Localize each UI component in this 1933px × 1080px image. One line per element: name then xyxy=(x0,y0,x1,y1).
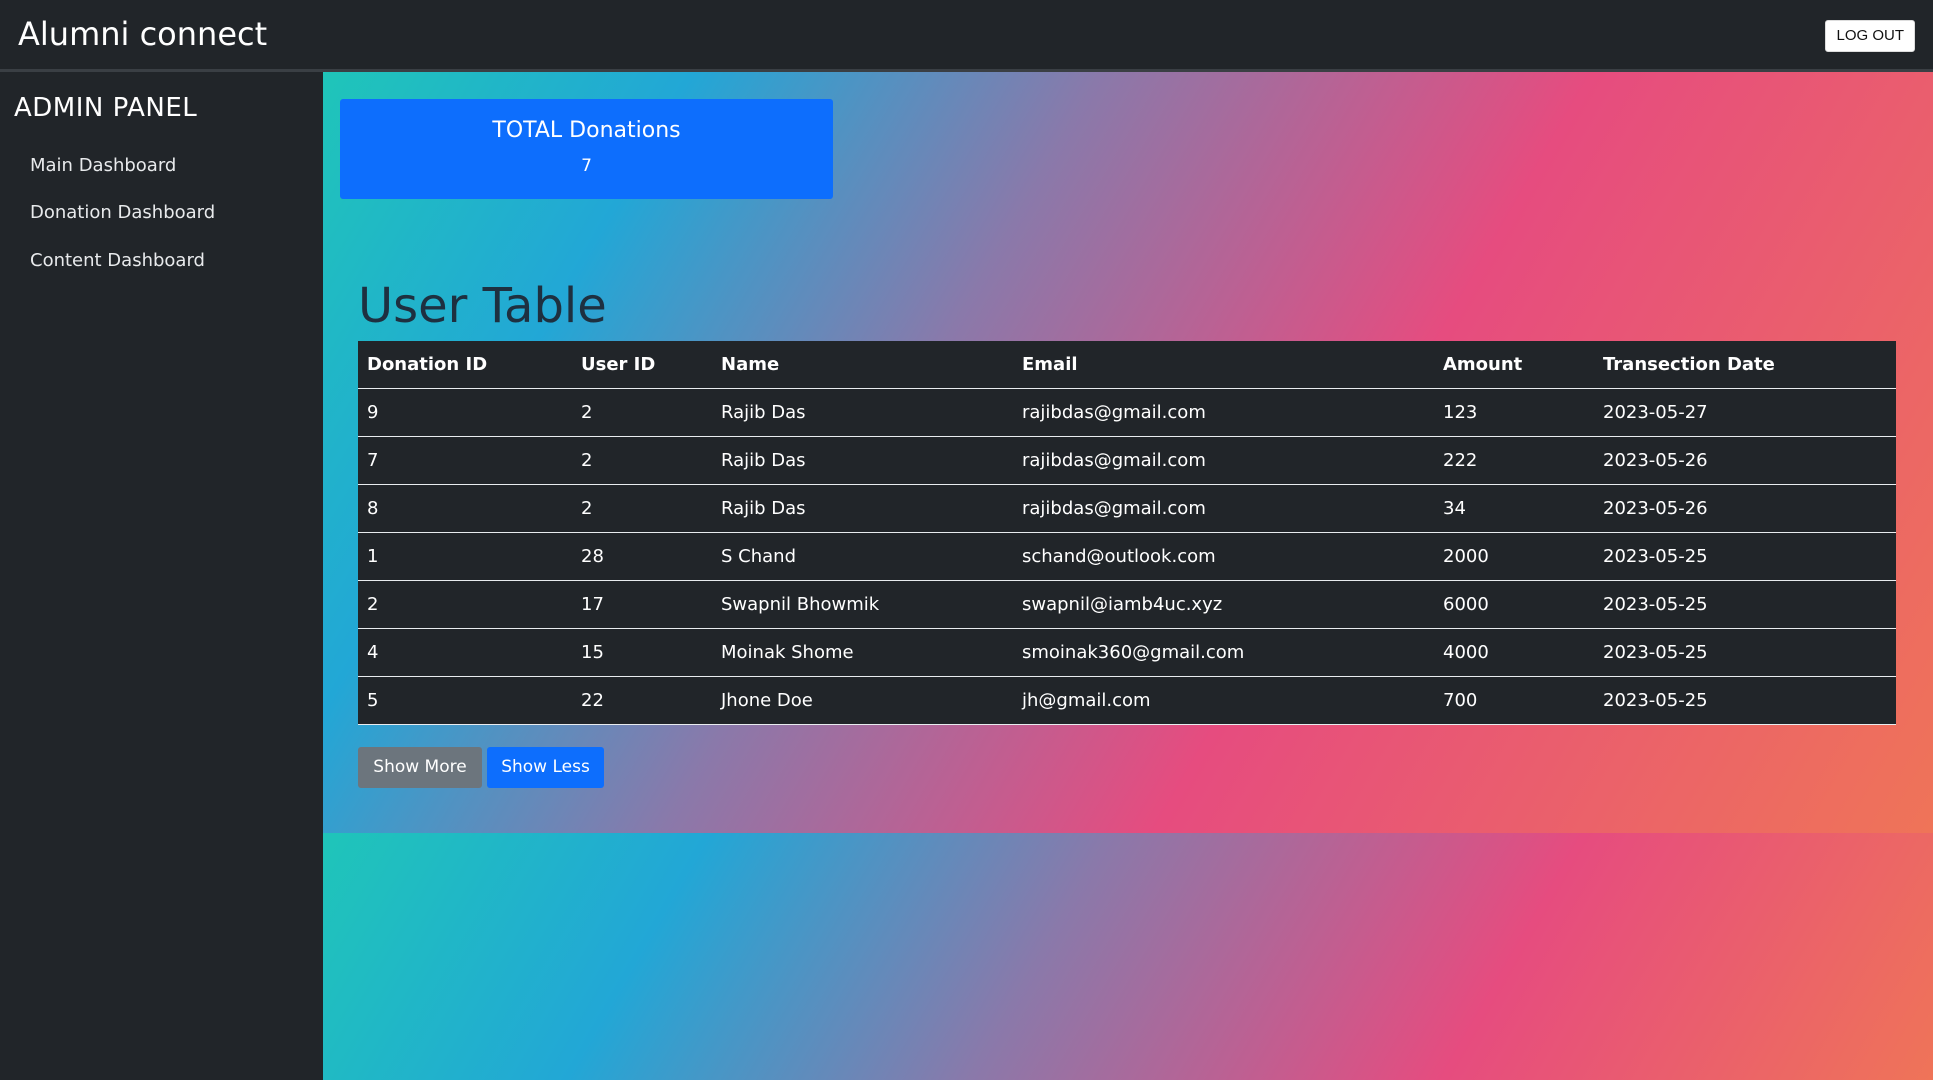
cell-date: 2023-05-27 xyxy=(1594,388,1896,437)
cell-donation-id: 7 xyxy=(358,436,572,485)
cell-email: smoinak360@gmail.com xyxy=(1013,628,1434,677)
cell-donation-id: 1 xyxy=(358,532,572,581)
cell-date: 2023-05-25 xyxy=(1594,676,1896,725)
cell-date: 2023-05-26 xyxy=(1594,436,1896,485)
cell-donation-id: 2 xyxy=(358,580,572,629)
content-background-lower xyxy=(323,833,1933,1080)
cell-user-id: 28 xyxy=(572,532,712,581)
cell-name: Rajib Das xyxy=(712,436,1013,485)
cell-email: jh@gmail.com xyxy=(1013,676,1434,725)
cell-date: 2023-05-26 xyxy=(1594,484,1896,533)
cell-name: Rajib Das xyxy=(712,388,1013,437)
cell-donation-id: 8 xyxy=(358,484,572,533)
cell-user-id: 15 xyxy=(572,628,712,677)
sidebar: ADMIN PANEL Main Dashboard Donation Dash… xyxy=(0,72,323,1080)
cell-name: Jhone Doe xyxy=(712,676,1013,725)
cell-amount: 4000 xyxy=(1434,628,1594,677)
cell-date: 2023-05-25 xyxy=(1594,532,1896,581)
cell-name: Swapnil Bhowmik xyxy=(712,580,1013,629)
show-less-button[interactable]: Show Less xyxy=(487,747,604,788)
cell-amount: 34 xyxy=(1434,484,1594,533)
main-content: TOTAL Donations 7 User Table Donation ID… xyxy=(323,72,1933,833)
cell-name: S Chand xyxy=(712,532,1013,581)
table-row: 4 15 Moinak Shome smoinak360@gmail.com 4… xyxy=(358,628,1896,677)
cell-email: rajibdas@gmail.com xyxy=(1013,484,1434,533)
column-header-user-id: User ID xyxy=(572,341,712,389)
total-donations-card: TOTAL Donations 7 xyxy=(340,99,833,199)
cell-user-id: 22 xyxy=(572,676,712,725)
cell-donation-id: 4 xyxy=(358,628,572,677)
sidebar-item-donation-dashboard[interactable]: Donation Dashboard xyxy=(30,201,215,225)
cell-user-id: 2 xyxy=(572,388,712,437)
total-donations-title: TOTAL Donations xyxy=(492,118,681,143)
cell-email: rajibdas@gmail.com xyxy=(1013,436,1434,485)
cell-date: 2023-05-25 xyxy=(1594,580,1896,629)
cell-amount: 6000 xyxy=(1434,580,1594,629)
table-header-row: Donation ID User ID Name Email Amount Tr… xyxy=(358,341,1896,389)
total-donations-value: 7 xyxy=(581,156,592,176)
sidebar-item-main-dashboard[interactable]: Main Dashboard xyxy=(30,154,176,178)
cell-name: Rajib Das xyxy=(712,484,1013,533)
cell-name: Moinak Shome xyxy=(712,628,1013,677)
table-row: 7 2 Rajib Das rajibdas@gmail.com 222 202… xyxy=(358,436,1896,485)
table-row: 5 22 Jhone Doe jh@gmail.com 700 2023-05-… xyxy=(358,676,1896,725)
column-header-transection-date: Transection Date xyxy=(1594,341,1896,389)
show-more-button[interactable]: Show More xyxy=(358,747,482,788)
cell-user-id: 17 xyxy=(572,580,712,629)
column-header-email: Email xyxy=(1013,341,1434,389)
cell-email: swapnil@iamb4uc.xyz xyxy=(1013,580,1434,629)
column-header-amount: Amount xyxy=(1434,341,1594,389)
cell-donation-id: 5 xyxy=(358,676,572,725)
cell-donation-id: 9 xyxy=(358,388,572,437)
cell-amount: 2000 xyxy=(1434,532,1594,581)
user-table-heading: User Table xyxy=(358,278,607,334)
user-table: Donation ID User ID Name Email Amount Tr… xyxy=(358,341,1896,725)
column-header-name: Name xyxy=(712,341,1013,389)
table-row: 2 17 Swapnil Bhowmik swapnil@iamb4uc.xyz… xyxy=(358,580,1896,629)
cell-email: schand@outlook.com xyxy=(1013,532,1434,581)
cell-amount: 123 xyxy=(1434,388,1594,437)
cell-email: rajibdas@gmail.com xyxy=(1013,388,1434,437)
cell-user-id: 2 xyxy=(572,484,712,533)
cell-date: 2023-05-25 xyxy=(1594,628,1896,677)
column-header-donation-id: Donation ID xyxy=(358,341,572,389)
table-row: 1 28 S Chand schand@outlook.com 2000 202… xyxy=(358,532,1896,581)
table-row: 9 2 Rajib Das rajibdas@gmail.com 123 202… xyxy=(358,388,1896,437)
cell-amount: 700 xyxy=(1434,676,1594,725)
table-row: 8 2 Rajib Das rajibdas@gmail.com 34 2023… xyxy=(358,484,1896,533)
logout-button[interactable]: LOG OUT xyxy=(1825,20,1915,52)
sidebar-item-content-dashboard[interactable]: Content Dashboard xyxy=(30,249,205,273)
cell-user-id: 2 xyxy=(572,436,712,485)
sidebar-title: ADMIN PANEL xyxy=(14,93,198,123)
cell-amount: 222 xyxy=(1434,436,1594,485)
top-navbar: Alumni connect LOG OUT xyxy=(0,0,1933,72)
brand-title[interactable]: Alumni connect xyxy=(18,14,267,54)
